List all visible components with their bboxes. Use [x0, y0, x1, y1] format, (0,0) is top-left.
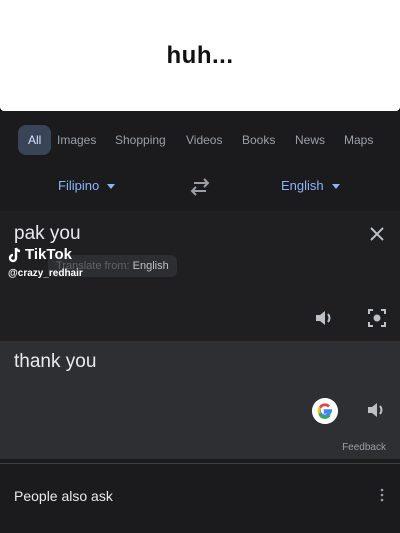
tab-videos[interactable]: Videos: [186, 133, 222, 147]
source-language-select[interactable]: Filipino: [58, 178, 116, 193]
camera-lens-icon[interactable]: [366, 307, 388, 329]
tab-images[interactable]: Images: [57, 133, 96, 147]
tab-all[interactable]: All: [18, 125, 52, 155]
google-translate-screen: All Images Shopping Videos Books News Ma…: [0, 111, 400, 533]
people-also-ask-heading: People also ask: [14, 488, 113, 504]
translation-panel: thank you: [0, 341, 400, 459]
caret-down-icon: [107, 184, 116, 190]
tab-maps[interactable]: Maps: [344, 133, 373, 147]
more-vert-icon[interactable]: [380, 488, 384, 502]
tiktok-handle: @crazy_redhair: [8, 268, 83, 279]
source-language-label: Filipino: [58, 178, 100, 193]
search-tabs: All Images Shopping Videos Books News Ma…: [0, 125, 400, 157]
language-bar: Filipino English: [0, 171, 400, 201]
divider: [0, 463, 400, 464]
speaker-icon[interactable]: [366, 400, 388, 420]
google-g-icon[interactable]: [312, 398, 338, 424]
swap-icon[interactable]: [188, 177, 212, 197]
tiktok-brand: TikTok: [25, 246, 72, 263]
detected-language-label: English: [132, 260, 169, 272]
caret-down-icon: [331, 184, 340, 190]
speaker-icon[interactable]: [314, 308, 336, 328]
source-text-panel[interactable]: pak you Translate from: English TikTok @…: [0, 211, 400, 341]
video-caption: huh...: [0, 0, 400, 111]
tiktok-watermark: TikTok: [8, 246, 72, 263]
target-language-select[interactable]: English: [281, 178, 340, 193]
caption-text: huh...: [166, 41, 234, 69]
tiktok-note-icon: [8, 247, 21, 262]
target-language-label: English: [281, 178, 324, 193]
feedback-link[interactable]: Feedback: [342, 442, 386, 453]
source-text-input[interactable]: pak you: [14, 223, 81, 245]
translation-output: thank you: [14, 351, 97, 372]
tab-shopping[interactable]: Shopping: [115, 133, 166, 147]
tab-news[interactable]: News: [295, 133, 325, 147]
tab-books[interactable]: Books: [242, 133, 275, 147]
close-icon[interactable]: [368, 225, 386, 243]
